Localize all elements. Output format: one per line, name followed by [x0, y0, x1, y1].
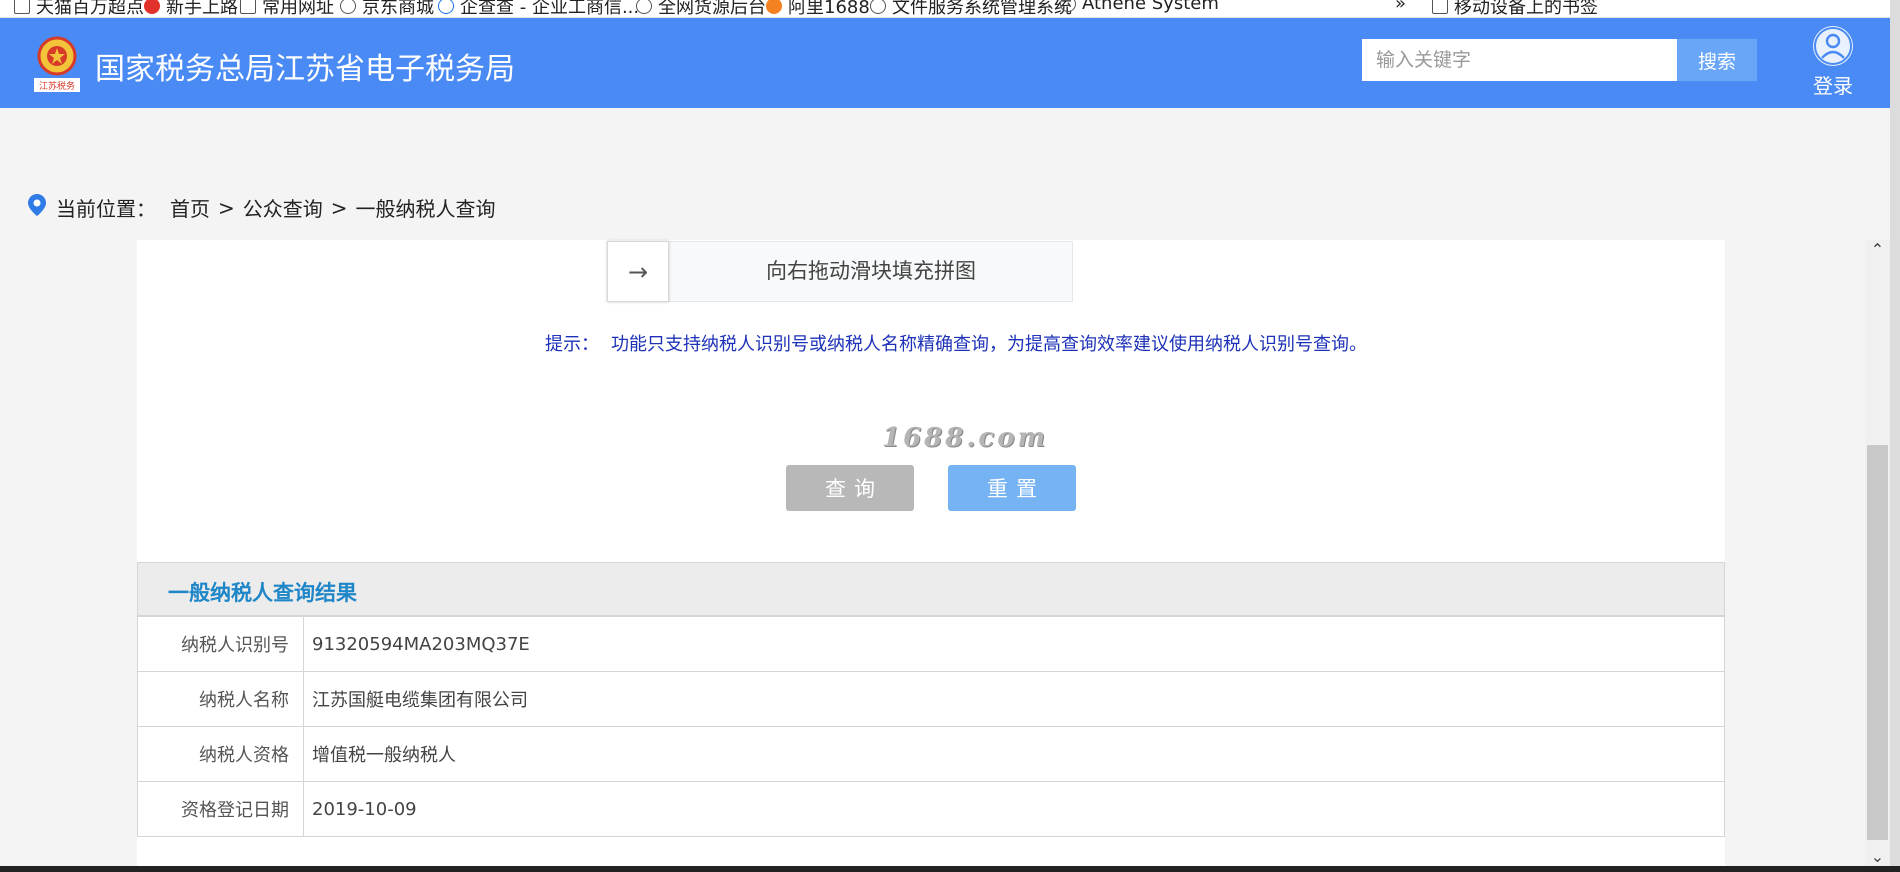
login-button[interactable]: 登录 — [1808, 26, 1858, 99]
content-frame: → 向右拖动滑块填充拼图 提示： 功能只支持纳税人识别号或纳税人名称精确查询，为提… — [0, 240, 1890, 866]
watermark: 1688.com — [882, 423, 1049, 453]
slider-handle[interactable]: → — [607, 241, 669, 302]
search-input[interactable] — [1362, 39, 1677, 81]
search-button[interactable]: 搜索 — [1677, 39, 1757, 81]
bookmark-item[interactable]: 阿里1688 — [766, 0, 870, 17]
scrollbar-thumb[interactable] — [1867, 445, 1888, 840]
query-panel: → 向右拖动滑块填充拼图 提示： 功能只支持纳税人识别号或纳税人名称精确查询，为提… — [137, 240, 1725, 866]
results-table: 纳税人识别号 91320594MA203MQ37E 纳税人名称 江苏国艇电缆集团… — [137, 616, 1725, 837]
bookmark-item[interactable]: 全网货源后台 — [636, 0, 766, 17]
table-row: 纳税人识别号 91320594MA203MQ37E — [137, 616, 1725, 672]
query-button[interactable]: 查询 — [786, 465, 914, 511]
mobile-icon — [1432, 0, 1448, 14]
table-row: 纳税人名称 江苏国艇电缆集团有限公司 — [137, 671, 1725, 727]
slider-captcha[interactable]: → 向右拖动滑块填充拼图 — [607, 241, 1073, 302]
breadcrumb-public-query-link[interactable]: 公众查询 — [243, 193, 323, 222]
breadcrumb-current: 一般纳税人查询 — [355, 197, 496, 221]
folder-icon — [240, 0, 256, 14]
results-header: 一般纳税人查询结果 — [137, 562, 1725, 616]
results-title: 一般纳税人查询结果 — [168, 581, 357, 605]
bookmarks-overflow-chevron-icon[interactable]: » — [1395, 0, 1406, 14]
bookmark-item[interactable]: 新手上路 — [144, 0, 238, 17]
field-label: 资格登记日期 — [137, 781, 304, 837]
bookmark-item[interactable]: 天猫百万超点 — [14, 0, 144, 17]
site-header: 江苏税务 国家税务总局江苏省电子税务局 搜索 登录 — [0, 18, 1890, 108]
reset-button[interactable]: 重置 — [948, 465, 1076, 511]
page-scrollbar[interactable] — [1890, 0, 1900, 872]
site-title[interactable]: 国家税务总局江苏省电子税务局 — [95, 44, 515, 88]
table-row: 纳税人资格 增值税一般纳税人 — [137, 726, 1725, 782]
globe-icon — [636, 0, 652, 14]
breadcrumb: 当前位置： 首页 > 公众查询 > 一般纳税人查询 — [28, 193, 496, 222]
field-label: 纳税人资格 — [137, 726, 304, 782]
scroll-down-icon[interactable]: ⌄ — [1865, 847, 1890, 866]
globe-icon — [870, 0, 886, 14]
field-value: 91320594MA203MQ37E — [303, 616, 1725, 672]
bookmark-item[interactable]: 京东商城 — [340, 0, 434, 17]
hint-text: 功能只支持纳税人识别号或纳税人名称精确查询，为提高查询效率建议使用纳税人识别号查… — [611, 334, 1367, 355]
weibo-icon — [144, 0, 160, 14]
field-label: 纳税人识别号 — [137, 616, 304, 672]
breadcrumb-label: 当前位置： — [56, 197, 156, 221]
field-value: 增值税一般纳税人 — [303, 726, 1725, 782]
globe-icon — [1060, 0, 1076, 12]
svg-text:江苏税务: 江苏税务 — [39, 80, 75, 92]
bookmark-item[interactable]: Athene System — [1060, 0, 1219, 14]
slider-instruction: 向右拖动滑块填充拼图 — [766, 259, 976, 283]
tax-emblem-logo[interactable]: 江苏税务 — [30, 30, 84, 94]
breadcrumb-home-link[interactable]: 首页 — [170, 193, 210, 222]
bookmark-item[interactable]: 文件服务系统管理系统 — [870, 0, 1072, 17]
field-label: 纳税人名称 — [137, 671, 304, 727]
bookmark-item[interactable]: 移动设备上的书签 — [1432, 0, 1598, 17]
window-bottom-edge — [0, 866, 1900, 872]
arrow-right-icon: → — [627, 257, 649, 286]
qichacha-icon — [438, 0, 454, 14]
user-avatar-icon — [1813, 26, 1853, 66]
scroll-up-icon[interactable]: ⌃ — [1865, 240, 1890, 259]
query-hint: 提示： 功能只支持纳税人识别号或纳税人名称精确查询，为提高查询效率建议使用纳税人识… — [545, 330, 1367, 356]
table-row: 资格登记日期 2019-10-09 — [137, 781, 1725, 837]
field-value: 江苏国艇电缆集团有限公司 — [303, 671, 1725, 727]
content-scrollbar[interactable]: ⌃ ⌄ — [1865, 240, 1890, 866]
bookmark-item[interactable]: 常用网址 — [240, 0, 334, 17]
bookmarks-bar: 天猫百万超点 新手上路 常用网址 京东商城 企查查 - 企业工商信... 全网货… — [0, 0, 1900, 18]
login-label: 登录 — [1813, 74, 1853, 98]
field-value: 2019-10-09 — [303, 781, 1725, 837]
alibaba-icon — [766, 0, 782, 14]
bookmark-icon — [14, 0, 30, 14]
location-pin-icon — [28, 194, 46, 221]
bookmark-item[interactable]: 企查查 - 企业工商信... — [438, 0, 639, 17]
globe-icon — [340, 0, 356, 14]
hint-label: 提示： — [545, 334, 599, 355]
